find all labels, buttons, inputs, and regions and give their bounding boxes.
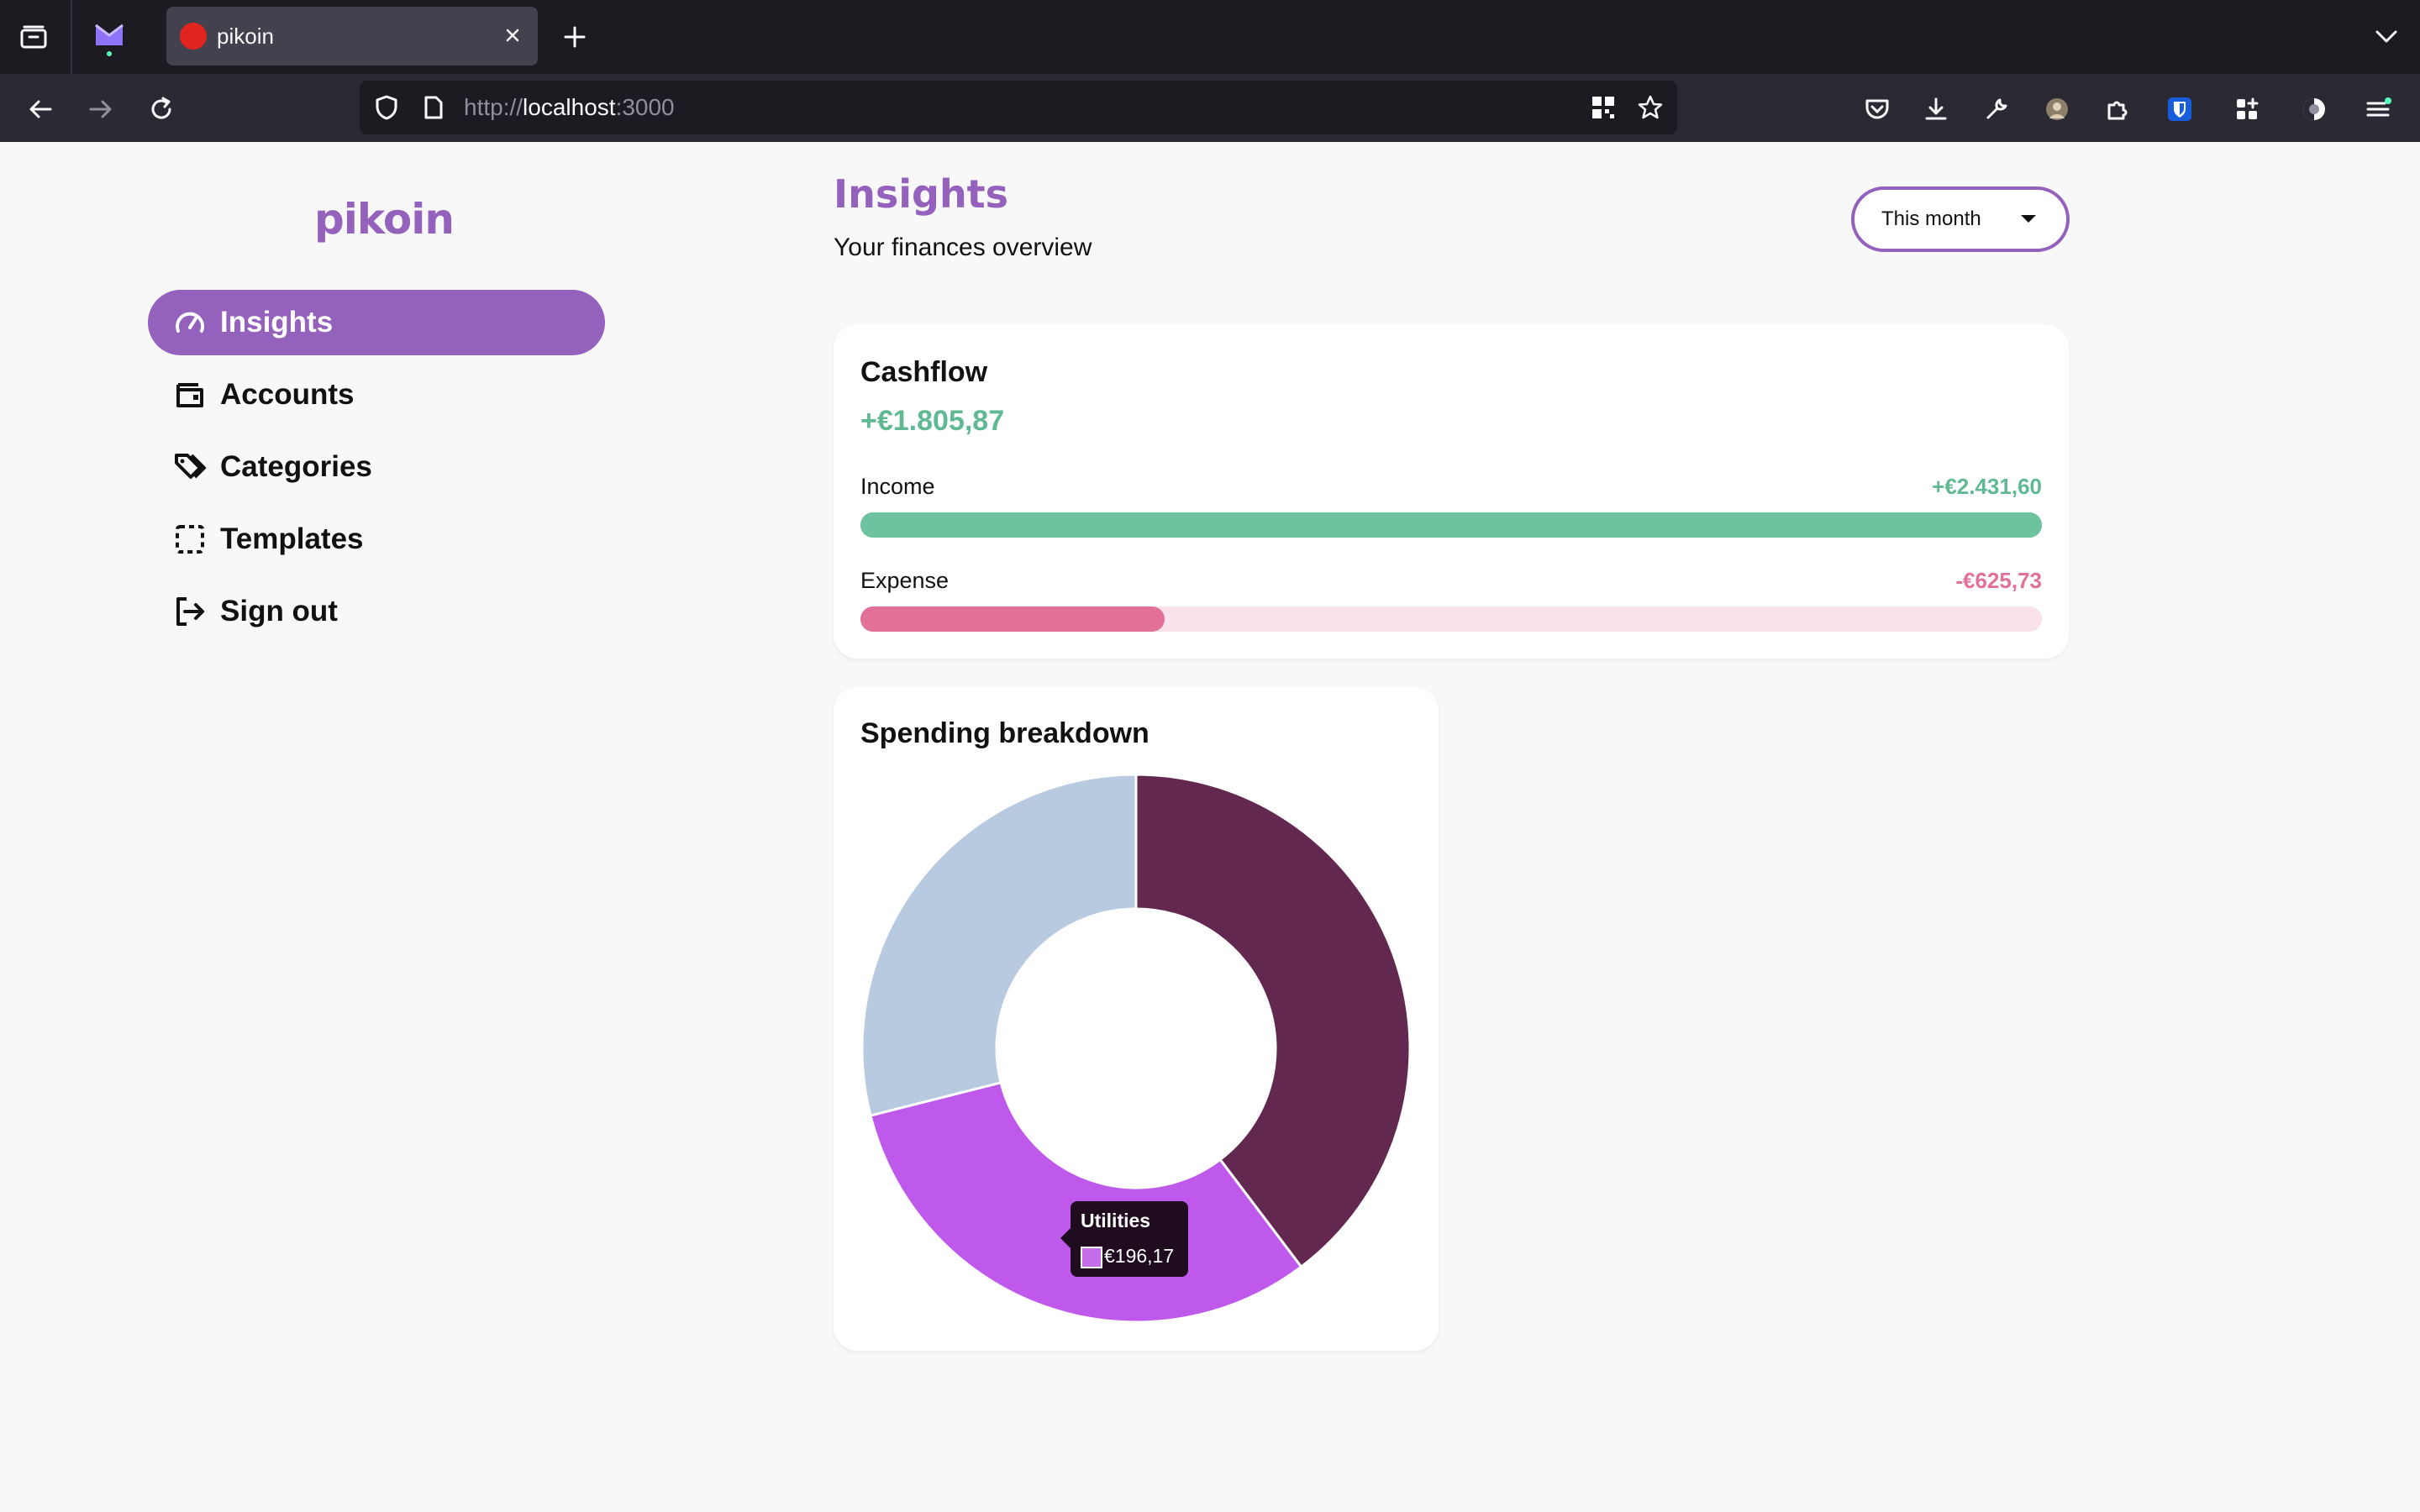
list-tabs-icon[interactable] <box>2371 24 2402 50</box>
new-tab-icon[interactable] <box>560 22 590 52</box>
tooltip-color-swatch <box>1081 1247 1102 1268</box>
sidebar-item-sign-out[interactable]: Sign out <box>148 579 605 644</box>
extensions-puzzle-icon[interactable] <box>2101 92 2134 126</box>
gauge-icon <box>173 306 207 339</box>
sidebar-item-label: Templates <box>220 522 364 555</box>
reload-icon[interactable] <box>145 92 178 126</box>
avatar-extension-icon[interactable] <box>2040 92 2074 126</box>
forward-icon[interactable] <box>84 92 118 126</box>
page-info-icon[interactable] <box>418 92 449 123</box>
donut-slice-2[interactable] <box>860 773 1138 1117</box>
back-icon[interactable] <box>24 92 57 126</box>
dashed-square-icon <box>173 522 207 556</box>
chevron-down-icon <box>2021 215 2036 223</box>
period-select[interactable]: This month <box>1851 186 2070 252</box>
sidebar-item-label: Categories <box>220 450 372 483</box>
period-select-value: This month <box>1881 207 1981 230</box>
mail-extension-icon[interactable] <box>91 20 128 57</box>
tooltip-value: €196,17 <box>1104 1245 1175 1267</box>
sidebar-item-categories[interactable]: Categories <box>148 434 605 500</box>
income-label: Income <box>860 474 935 499</box>
bookmark-star-icon[interactable] <box>1635 92 1665 123</box>
sign-out-icon <box>173 595 207 628</box>
privacy-badger-icon[interactable] <box>2297 92 2331 126</box>
bitwarden-icon[interactable] <box>2163 92 2196 126</box>
income-bar-fill <box>860 512 2042 538</box>
page-title: Insights <box>834 171 1009 217</box>
page-subtitle: Your finances overview <box>834 234 1092 261</box>
chart-tooltip: Utilities €196,17 <box>1060 1201 1188 1277</box>
url-prefix: http:// <box>464 94 523 120</box>
tags-icon <box>173 450 207 484</box>
pocket-icon[interactable] <box>1860 92 1894 126</box>
expense-label: Expense <box>860 568 950 593</box>
url-bar[interactable]: http://localhost:3000 <box>360 81 1677 134</box>
tracking-protection-icon[interactable] <box>371 92 402 123</box>
tooltip-label: Utilities <box>1081 1210 1151 1231</box>
expense-bar <box>860 606 2042 632</box>
sidebar-item-label: Accounts <box>220 378 355 411</box>
income-bar <box>860 512 2042 538</box>
qr-code-icon[interactable] <box>1588 92 1618 123</box>
spending-card: Spending breakdown Utilities €196,17 <box>834 687 1439 1351</box>
apps-grid-icon[interactable] <box>2230 92 2264 126</box>
wrench-icon[interactable] <box>1980 92 2013 126</box>
cashflow-title: Cashflow <box>860 356 988 388</box>
tab-title: pikoin <box>217 24 274 49</box>
cashflow-total: +€1.805,87 <box>860 405 1005 437</box>
favicon-icon <box>180 23 207 50</box>
brand-logo[interactable]: pikoin <box>314 195 455 244</box>
url-text: http://localhost:3000 <box>464 94 675 121</box>
sidebar-item-insights[interactable]: Insights <box>148 290 605 355</box>
income-value: +€2.431,60 <box>1932 474 2042 499</box>
browser-tab-bar: pikoin <box>0 0 2420 74</box>
tab-separator <box>71 0 72 74</box>
browser-nav-bar: http://localhost:3000 <box>0 74 2420 142</box>
sidebar-item-label: Sign out <box>220 595 338 627</box>
sidebar-item-accounts[interactable]: Accounts <box>148 362 605 428</box>
browser-tab[interactable]: pikoin <box>166 7 538 66</box>
downloads-icon[interactable] <box>1919 92 1953 126</box>
expense-value: -€625,73 <box>1955 568 2042 593</box>
sidebar-item-label: Insights <box>220 306 334 339</box>
close-tab-icon[interactable] <box>499 22 526 49</box>
wallet-icon <box>173 378 207 412</box>
sidebar-item-templates[interactable]: Templates <box>148 507 605 572</box>
cashflow-card: Cashflow +€1.805,87 Income +€2.431,60 Ex… <box>834 324 2069 659</box>
expense-bar-fill <box>860 606 1165 632</box>
url-host: localhost <box>523 94 616 120</box>
url-suffix: :3000 <box>615 94 675 120</box>
app-menu-icon[interactable] <box>2361 92 2395 126</box>
tab-overview-icon[interactable] <box>17 22 50 52</box>
